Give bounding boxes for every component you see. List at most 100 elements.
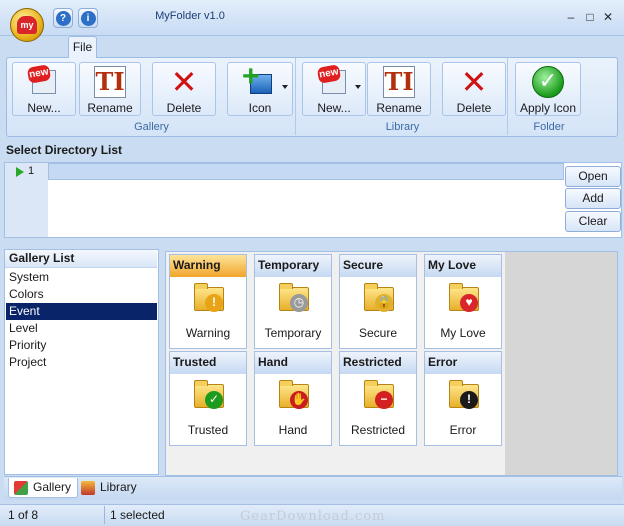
folder-badge-icon: ✋ [290,391,308,409]
folder-icon: 🔒 [364,283,394,312]
icon-card-label: Hand [278,423,308,437]
icon-card-label: Secure [358,326,398,340]
icon-card-title: Hand [255,352,331,374]
new-icon: new [26,64,60,98]
window-title: MyFolder v1.0 [155,10,225,22]
list-item[interactable]: System [6,269,157,286]
tab-label: Library [100,480,137,494]
list-item[interactable]: Colors [6,286,157,303]
app-menu-orb[interactable]: my [10,8,44,42]
button-label: Rename [87,101,133,115]
folder-icon: ✓ [194,380,224,409]
icon-card-label: Error [449,423,477,437]
rename-icon: TI [94,66,126,98]
status-selection: 1 selected [110,508,165,522]
button-label: Rename [376,101,422,115]
icon-card[interactable]: Hand ✋ Hand [254,351,332,446]
icon-card-title: Secure [340,255,416,277]
gallery-delete-button[interactable]: ✕ Delete [152,62,216,116]
group-label-library: Library [385,121,420,133]
folder-icon: − [364,380,394,409]
folder-badge-icon: ! [460,391,478,409]
library-tab-icon [81,481,95,495]
folder-icon: ! [449,380,479,409]
apply-icon-button[interactable]: ✓ Apply Icon [515,62,581,116]
list-item[interactable]: Priority [6,337,157,354]
folder-badge-icon: − [375,391,393,409]
folder-badge-icon: 🔒 [375,294,393,312]
icon-card-label: Warning [185,326,231,340]
close-button[interactable]: ✕ [600,10,616,24]
minimize-button[interactable]: – [563,10,579,24]
folder-icon: ✋ [279,380,309,409]
icon-card[interactable]: Temporary ◷ Temporary [254,254,332,349]
icon-card-label: Temporary [264,326,322,340]
button-label: Apply Icon [519,101,577,115]
maximize-button[interactable]: □ [582,10,598,24]
dropdown-arrow-icon [282,85,288,89]
status-separator [104,506,105,524]
folder-badge-icon: ✓ [205,391,223,409]
directory-row-gutter [5,163,48,237]
folder-badge-icon: ◷ [290,294,308,312]
folder-badge-icon: ♥ [460,294,478,312]
button-label: New... [27,101,61,115]
open-button[interactable]: Open [565,166,621,187]
rename-icon: TI [383,66,415,98]
icon-card[interactable]: Trusted ✓ Trusted [169,351,247,446]
tab-gallery[interactable]: Gallery [8,478,79,498]
gallery-list-header: Gallery List [5,250,157,268]
library-delete-button[interactable]: ✕ Delete [442,62,506,116]
library-rename-button[interactable]: TI Rename [367,62,431,116]
library-new-button[interactable]: new New... [302,62,366,116]
icon-card[interactable]: Error! Error [424,351,502,446]
icon-card-title: Temporary [255,255,331,277]
list-item[interactable]: Level [6,320,157,337]
heart-logo-icon: my [17,16,37,34]
directory-header: Select Directory List [6,143,123,157]
delete-icon: ✕ [170,64,198,100]
folder-icon: ◷ [279,283,309,312]
icon-card-title: Warning [170,255,246,277]
folder-badge-icon: ! [205,294,223,312]
delete-icon: ✕ [460,64,488,100]
gallery-tab-icon [14,481,28,495]
icon-card-title: Restricted [340,352,416,374]
button-label: Icon [248,101,272,115]
check-icon: ✓ [532,66,564,98]
folder-icon: ♥ [449,283,479,312]
current-row-arrow-icon [16,167,24,177]
watermark: GearDownload.com [240,509,386,524]
new-icon: new [316,64,350,98]
group-label-gallery: Gallery [134,121,169,133]
directory-row[interactable] [48,163,564,180]
tab-library[interactable]: Library [76,478,143,498]
icon-card[interactable]: My Love ♥ My Love [424,254,502,349]
add-icon-icon: + [242,60,276,98]
button-label: New... [317,101,351,115]
gallery-rename-button[interactable]: TI Rename [79,62,141,116]
icon-card[interactable]: Restricted − Restricted [339,351,417,446]
group-label-folder: Folder [533,121,565,133]
icon-card[interactable]: Warning! Warning [169,254,247,349]
clear-button[interactable]: Clear [565,211,621,232]
button-label: Delete [166,101,202,115]
button-label: Delete [456,101,492,115]
list-item[interactable]: Project [6,354,157,371]
icon-card-title: Trusted [170,352,246,374]
icon-card-label: My Love [440,326,486,340]
list-item[interactable]: Event [6,303,157,320]
row-number: 1 [28,165,35,177]
icon-card-label: Restricted [350,423,406,437]
tab-label: Gallery [33,480,72,494]
dropdown-arrow-icon [355,85,361,89]
add-button[interactable]: Add [565,188,621,209]
icon-card-title: My Love [425,255,501,277]
icon-card-label: Trusted [187,423,229,437]
gallery-new-button[interactable]: new New... [12,62,76,116]
gallery-icon-button[interactable]: + Icon [227,60,293,116]
status-page: 1 of 8 [8,508,39,522]
icon-card[interactable]: Secure 🔒 Secure [339,254,417,349]
folder-icon: ! [194,283,224,312]
tab-file[interactable]: File [68,36,97,58]
